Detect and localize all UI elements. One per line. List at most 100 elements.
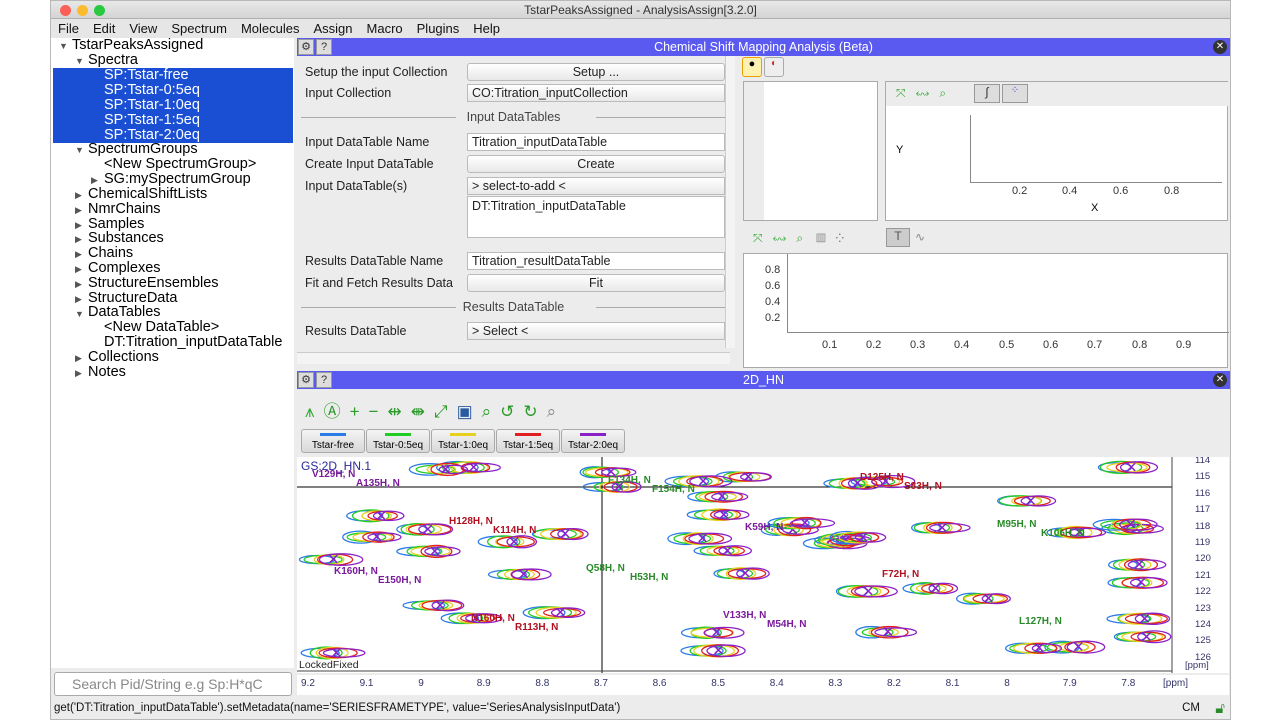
peak-marker[interactable]: ✕	[1124, 517, 1137, 534]
menu-assign[interactable]: Assign	[306, 19, 359, 36]
lock-icon[interactable]: 🔓︎	[1215, 700, 1225, 717]
bar-chart-icon[interactable]: ▥	[816, 231, 825, 245]
tree-spectrum-item[interactable]: SP:Tstar-free	[53, 68, 293, 83]
tree-spectrum-groups[interactable]: SpectrumGroups	[88, 142, 198, 157]
peak-label[interactable]: Q58H, N	[586, 563, 625, 574]
peak-pick-icon[interactable]: ⩚	[305, 402, 315, 422]
peak-marker[interactable]: ✕	[1138, 611, 1151, 628]
peak-marker[interactable]: ✕	[857, 529, 870, 546]
peak-marker[interactable]: ✕	[710, 625, 723, 642]
setup-button[interactable]: Setup ...	[467, 63, 725, 81]
threshold-icon[interactable]: T	[886, 228, 910, 247]
fit-button[interactable]: Fit	[467, 274, 725, 292]
spectrum-tab[interactable]: Tstar-free	[301, 429, 365, 453]
peak-marker[interactable]: ✕	[882, 624, 895, 641]
tree-spectra[interactable]: Spectra	[88, 53, 138, 68]
peak-marker[interactable]: ✕	[1133, 557, 1146, 574]
peak-marker[interactable]: ✕	[559, 526, 572, 543]
zoom-icon[interactable]: ⌕	[482, 402, 492, 422]
idts-list[interactable]: DT:Titration_inputDataTable	[467, 196, 725, 238]
palette-icon[interactable]: ◐	[764, 57, 784, 77]
wave-icon[interactable]: ∿	[915, 230, 925, 244]
tree-chains[interactable]: Chains	[88, 246, 133, 261]
scatter-icon[interactable]: ⁘	[836, 231, 844, 245]
menu-help[interactable]: Help	[466, 19, 507, 36]
peak-label[interactable]: V129H, N	[312, 469, 355, 480]
peak-label[interactable]: D125H, N	[860, 472, 904, 483]
peak-marker[interactable]: ✕	[1024, 493, 1037, 510]
peak-marker[interactable]: ✕	[1033, 640, 1046, 657]
peak-marker[interactable]: ✕	[554, 605, 567, 622]
peak-marker[interactable]: ✕	[422, 521, 435, 538]
tree-spectrum-item[interactable]: SP:Tstar-1:5eq	[53, 113, 293, 128]
zoom-window-button[interactable]	[94, 5, 105, 16]
peak-marker[interactable]: ✕	[929, 580, 942, 597]
peak-label[interactable]: S83H, N	[904, 481, 942, 492]
peak-marker[interactable]: ✕	[742, 469, 755, 486]
select-to-add[interactable]: > select-to-add <	[467, 177, 725, 195]
peak-marker[interactable]: ✕	[862, 583, 875, 600]
peak-marker[interactable]: ✕	[439, 461, 452, 478]
peak-label[interactable]: K160H, N	[334, 566, 378, 577]
peak-marker[interactable]: ✕	[467, 460, 480, 477]
tree-substances[interactable]: Substances	[88, 231, 164, 246]
bulb-icon[interactable]: ●	[742, 57, 762, 77]
spectrum-tab[interactable]: Tstar-1:0eq	[431, 429, 495, 453]
help-icon[interactable]: ?	[316, 39, 332, 55]
tree-notes[interactable]: Notes	[88, 365, 126, 380]
menu-molecules[interactable]: Molecules	[234, 19, 307, 36]
tree-structure-ensembles[interactable]: StructureEnsembles	[88, 276, 219, 291]
curve-icon[interactable]: ∫	[974, 84, 1000, 103]
form-hscrollbar[interactable]	[297, 352, 730, 364]
peak-marker[interactable]: ✕	[721, 543, 734, 560]
tree-new-datatable[interactable]: <New DataTable>	[104, 320, 219, 335]
menu-plugins[interactable]: Plugins	[410, 19, 467, 36]
input-collection-select[interactable]: CO:Titration_inputCollection	[467, 84, 725, 102]
peak-marker[interactable]: ✕	[799, 515, 812, 532]
save-icon[interactable]: ▣	[457, 402, 473, 422]
form-scrollbar[interactable]	[725, 56, 735, 348]
idt-name-input[interactable]: Titration_inputDataTable	[467, 133, 725, 151]
expand-v-icon[interactable]: ⇼	[411, 402, 425, 422]
spectrum-tab[interactable]: Tstar-0:5eq	[366, 429, 430, 453]
close-icon[interactable]: ✕	[1213, 40, 1227, 54]
menu-view[interactable]: View	[122, 19, 164, 36]
peak-label[interactable]: H128H, N	[449, 516, 493, 527]
zoom-icon[interactable]: ⌕	[939, 86, 946, 100]
peak-marker[interactable]: ✕	[1072, 639, 1085, 656]
tree-new-spectrum-group[interactable]: <New SpectrumGroup>	[104, 157, 256, 172]
peak-label[interactable]: E150H, N	[378, 575, 421, 586]
peak-marker[interactable]: ✕	[982, 591, 995, 608]
peak-label[interactable]: M54H, N	[767, 619, 806, 630]
peak-marker[interactable]: ✕	[1140, 629, 1153, 646]
minimize-window-button[interactable]	[77, 5, 88, 16]
tree-datatable-item[interactable]: DT:Titration_inputDataTable	[104, 335, 282, 350]
tree-spectrum-item[interactable]: SP:Tstar-1:0eq	[53, 98, 293, 113]
peak-marker[interactable]: ✕	[1125, 459, 1138, 476]
spectrum-canvas[interactable]: ✕ ✕ ✕ ✕ ✕ ✕ ✕ ✕ ✕ ✕ ✕ ✕ ✕ ✕ ✕ ✕ ✕ ✕ ✕ ✕ ✕ ✕ ✕ ✕ ✕ ✕ ✕ ✕ ✕ ✕ ✕ ✕ ✕ ✕ ✕ ✕ ✕ ✕ ✕ ✕…	[297, 457, 1229, 673]
undo-icon[interactable]: ↺	[500, 402, 514, 422]
tree-spectrum-group-item[interactable]: SG:mySpectrumGroup	[104, 172, 251, 187]
plus-icon[interactable]: +	[350, 402, 360, 422]
spectrum-tab[interactable]: Tstar-1:5eq	[496, 429, 560, 453]
rdt-name-input[interactable]: Titration_resultDataTable	[467, 252, 725, 270]
search-icon[interactable]: ⌕	[547, 402, 557, 422]
menu-macro[interactable]: Macro	[360, 19, 410, 36]
zoom-fit-icon[interactable]: ⤧	[896, 86, 906, 100]
rdt-select[interactable]: > Select <	[467, 322, 725, 340]
peak-marker[interactable]: ✕	[428, 543, 441, 560]
minus-icon[interactable]: −	[369, 402, 379, 422]
peak-marker[interactable]: ✕	[697, 473, 710, 490]
search-input[interactable]: Search Pid/String e.g Sp:H*qC	[54, 672, 292, 696]
help-icon[interactable]: ?	[316, 372, 332, 388]
peak-label[interactable]: K59H, N	[745, 522, 783, 533]
peak-marker[interactable]: ✕	[517, 566, 530, 583]
tree-nmr-chains[interactable]: NmrChains	[88, 202, 161, 217]
peak-marker[interactable]: ✕	[716, 489, 729, 506]
menu-file[interactable]: File	[51, 19, 86, 36]
peak-marker[interactable]: ✕	[434, 597, 447, 614]
peak-label[interactable]: F134H, N	[608, 475, 651, 486]
peak-marker[interactable]: ✕	[718, 507, 731, 524]
peak-label[interactable]: N160H, N	[471, 613, 515, 624]
tree-collections[interactable]: Collections	[88, 350, 159, 365]
